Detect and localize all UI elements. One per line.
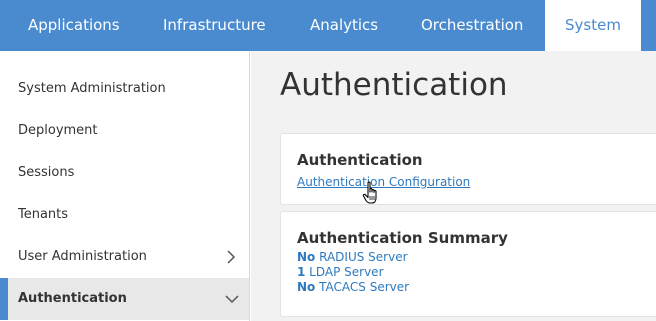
summary-list: No RADIUS Server 1 LDAP Server No TACACS… (297, 250, 409, 295)
sidebar-item-system-administration[interactable]: System Administration (0, 68, 249, 110)
summary-count: No (297, 250, 316, 264)
summary-text: LDAP Server (305, 265, 384, 279)
page-title: Authentication (280, 67, 508, 103)
top-nav: Applications Infrastructure Analytics Or… (0, 0, 656, 51)
summary-row-tacacs: No TACACS Server (297, 280, 409, 295)
sidebar-item-label: Authentication (18, 291, 127, 306)
authentication-configuration-link[interactable]: Authentication Configuration (297, 175, 470, 189)
summary-row-radius: No RADIUS Server (297, 250, 409, 265)
authentication-summary-card: Authentication Summary No RADIUS Server … (280, 211, 656, 317)
sidebar: System Administration Deployment Session… (0, 51, 250, 321)
sidebar-item-authentication[interactable]: Authentication (0, 278, 249, 320)
tab-system[interactable]: System (545, 0, 641, 51)
main-content: Authentication Authentication Authentica… (251, 51, 656, 321)
sidebar-item-label: Deployment (18, 123, 98, 138)
chevron-right-icon (225, 236, 239, 278)
sidebar-item-label: Tenants (18, 207, 69, 222)
chevron-down-icon (225, 278, 239, 320)
summary-text: TACACS Server (315, 280, 410, 294)
summary-text: RADIUS Server (315, 250, 408, 264)
sidebar-item-sessions[interactable]: Sessions (0, 152, 249, 194)
sidebar-item-label: User Administration (18, 249, 147, 264)
sidebar-item-label: Sessions (18, 165, 75, 180)
tab-infrastructure[interactable]: Infrastructure (163, 0, 266, 51)
sidebar-item-deployment[interactable]: Deployment (0, 110, 249, 152)
sidebar-item-tenants[interactable]: Tenants (0, 194, 249, 236)
card-title: Authentication (297, 151, 423, 169)
summary-count: No (297, 280, 316, 294)
tab-applications[interactable]: Applications (28, 0, 120, 51)
card-title: Authentication Summary (297, 229, 508, 247)
hand-pointer-icon (362, 181, 382, 207)
sidebar-item-user-administration[interactable]: User Administration (0, 236, 249, 278)
tab-orchestration[interactable]: Orchestration (421, 0, 523, 51)
summary-row-ldap: 1 LDAP Server (297, 265, 409, 280)
authentication-card: Authentication Authentication Configurat… (280, 133, 656, 205)
sidebar-item-label: System Administration (18, 81, 166, 96)
tab-analytics[interactable]: Analytics (310, 0, 378, 51)
